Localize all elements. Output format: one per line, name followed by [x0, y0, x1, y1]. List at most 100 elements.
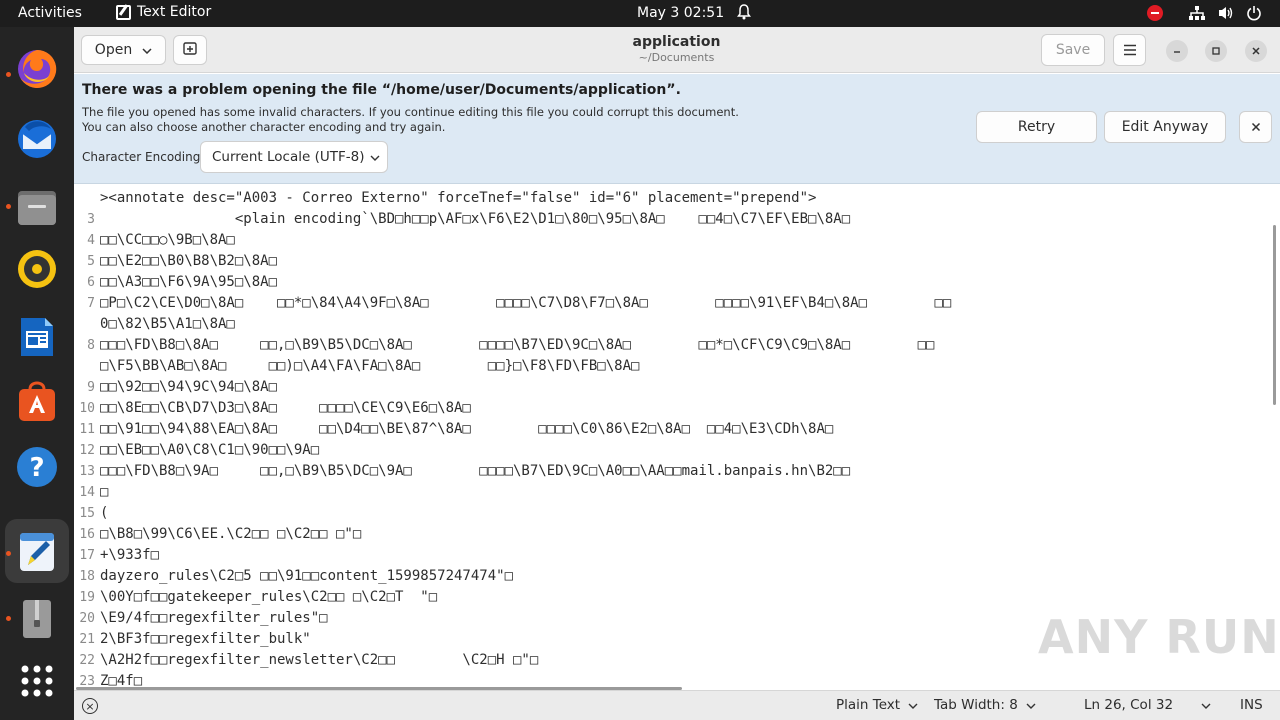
network-icon[interactable]: [1188, 5, 1206, 21]
close-infobar-button[interactable]: [1239, 111, 1272, 143]
minimize-icon: [1174, 51, 1180, 53]
hamburger-menu-icon: [1123, 41, 1137, 60]
line-number: 21: [79, 632, 95, 647]
line-text: ><annotate desc="A003 - Correo Externo" …: [100, 190, 817, 206]
text-line: 10 □□\8E□□\CB\D7\D3□\8A□ □□□□\CE\C9\E6□\8…: [74, 399, 1280, 420]
text-line: 9 □□\92□□\94\9C\94□\8A□: [74, 378, 1280, 399]
line-text: □\B8□\99\C6\EE.\C2□□ □\C2□□ □"□: [100, 526, 362, 542]
encoding-label: Character Encoding:: [82, 150, 205, 164]
text-line: □\F5\BB\AB□\8A□ □□)□\A4\FA\FA□\8A□ □□}□\…: [74, 357, 1280, 378]
close-circle-icon[interactable]: ×: [82, 698, 98, 714]
text-line: 18 dayzero_rules\C2□5 □□\91□□content_1599…: [74, 567, 1280, 588]
archive-manager-icon[interactable]: [15, 597, 59, 641]
tab-width-selector[interactable]: Tab Width: 8: [934, 697, 1036, 713]
line-text: □□\EB□□\A0\C8\C1□\90□□\9A□: [100, 442, 320, 458]
running-indicator: [6, 204, 11, 209]
app-menu[interactable]: Text Editor: [116, 4, 211, 20]
line-text: □: [100, 484, 109, 500]
line-text: dayzero_rules\C2□5 □□\91□□content_159985…: [100, 568, 514, 584]
line-text: □\F5\BB\AB□\8A□ □□)□\A4\FA\FA□\8A□ □□}□\…: [100, 358, 640, 374]
line-text: 0□\82\B5\A1□\8A□: [100, 316, 235, 332]
open-button[interactable]: Open: [81, 35, 166, 65]
volume-icon[interactable]: [1218, 5, 1234, 21]
text-line: 7 □P□\C2\CE\D0□\8A□ □□*□\84\A4\9F□\8A□ □□…: [74, 294, 1280, 315]
line-number: 12: [79, 443, 95, 458]
line-text: 2\BF3f□□regexfilter_bulk": [100, 631, 311, 647]
error-heading: There was a problem opening the file “/h…: [82, 82, 681, 98]
activities-button[interactable]: Activities: [18, 5, 82, 21]
bell-icon[interactable]: [737, 4, 751, 24]
files-icon[interactable]: [15, 185, 59, 229]
retry-button[interactable]: Retry: [976, 111, 1097, 143]
maximize-icon: [1212, 47, 1220, 55]
line-number: 14: [79, 485, 95, 500]
line-number: 13: [79, 464, 95, 479]
close-window-button[interactable]: [1245, 40, 1267, 62]
text-line: 6 □□\A3□□\F6\9A\95□\8A□: [74, 273, 1280, 294]
text-line: ><annotate desc="A003 - Correo Externo" …: [74, 189, 1280, 210]
thunderbird-icon[interactable]: [15, 117, 59, 161]
line-number: 6: [87, 275, 95, 290]
save-button[interactable]: Save: [1041, 34, 1105, 66]
line-text: □□\8E□□\CB\D7\D3□\8A□ □□□□\CE\C9\E6□\8A□: [100, 400, 471, 416]
line-text: □□\92□□\94\9C\94□\8A□: [100, 379, 278, 395]
error-message-line1: The file you opened has some invalid cha…: [82, 105, 739, 119]
text-line: 3 <plain encoding`\BD□h□□p\AF□x\F6\E2\D1…: [74, 210, 1280, 231]
firefox-icon[interactable]: [15, 47, 59, 91]
running-indicator: [6, 72, 11, 77]
line-number: 5: [87, 254, 95, 269]
line-number: 4: [87, 233, 95, 248]
text-line: 8 □□□\FD\B8□\8A□ □□,□\B9\B5\DC□\8A□ □□□□\…: [74, 336, 1280, 357]
line-number: 22: [79, 653, 95, 668]
line-number: 11: [79, 422, 95, 437]
tab-width-label: Tab Width: 8: [934, 697, 1018, 713]
insert-mode-indicator[interactable]: INS: [1240, 697, 1263, 713]
text-line: 4 □□\CC□□○\9B□\8A□: [74, 231, 1280, 252]
line-text: □□□\FD\B8□\9A□ □□,□\B9\B5\DC□\9A□ □□□□\B…: [100, 463, 851, 479]
line-number: 16: [79, 527, 95, 542]
language-selector[interactable]: Plain Text: [836, 697, 918, 713]
line-text: \E9/4f□□regexfilter_rules"□: [100, 610, 328, 626]
window-title: application ~/Documents: [524, 34, 829, 64]
app-center-icon[interactable]: [15, 379, 59, 423]
cursor-position[interactable]: Ln 26, Col 32: [1084, 697, 1173, 713]
maximize-button[interactable]: [1205, 40, 1227, 62]
power-icon[interactable]: [1246, 5, 1262, 21]
text-line: 12 □□\EB□□\A0\C8\C1□\90□□\9A□: [74, 441, 1280, 462]
text-editor-icon: [116, 4, 131, 20]
watermark: ANY RUN: [1038, 610, 1280, 664]
text-line: 14 □: [74, 483, 1280, 504]
line-number: 15: [79, 506, 95, 521]
header-bar: Open application ~/Documents Save: [74, 27, 1280, 73]
new-tab-icon: [183, 41, 197, 59]
line-number: 3: [87, 212, 95, 227]
text-editor-dock-icon[interactable]: [15, 529, 59, 573]
encoding-dropdown[interactable]: Current Locale (UTF-8): [200, 141, 388, 173]
edit-anyway-button[interactable]: Edit Anyway: [1104, 111, 1226, 143]
recording-indicator-icon[interactable]: [1147, 5, 1163, 21]
text-line: 16 □\B8□\99\C6\EE.\C2□□ □\C2□□ □"□: [74, 525, 1280, 546]
libreoffice-writer-icon[interactable]: [15, 315, 59, 359]
document-name: application: [632, 34, 721, 50]
line-number: 7: [87, 296, 95, 311]
show-apps-icon[interactable]: [15, 659, 59, 703]
main-menu-button[interactable]: [1113, 34, 1146, 66]
line-number: 10: [79, 401, 95, 416]
close-icon: [1251, 122, 1260, 132]
text-line: 5 □□\E2□□\B0\B8\B2□\8A□: [74, 252, 1280, 273]
app-menu-label: Text Editor: [137, 4, 212, 20]
line-number: 19: [79, 590, 95, 605]
minimize-button[interactable]: [1166, 40, 1188, 62]
help-icon[interactable]: ?: [15, 445, 59, 489]
cursor-position-menu[interactable]: [1201, 697, 1211, 713]
chevron-down-icon: [142, 42, 152, 58]
new-tab-button[interactable]: [173, 35, 207, 65]
line-text: □□□\FD\B8□\8A□ □□,□\B9\B5\DC□\8A□ □□□□\B…: [100, 337, 935, 353]
rhythmbox-icon[interactable]: [15, 247, 59, 291]
text-line: 19 \00Y□f□□gatekeeper_rules\C2□□ □\C2□T "…: [74, 588, 1280, 609]
clock[interactable]: May 3 02:51: [637, 5, 724, 21]
line-number: 17: [79, 548, 95, 563]
vertical-scrollbar[interactable]: [1273, 225, 1276, 405]
line-text: □□\91□□\94\88\EA□\8A□ □□\D4□□\BE\87^\8A□…: [100, 421, 834, 437]
line-number: 9: [87, 380, 95, 395]
